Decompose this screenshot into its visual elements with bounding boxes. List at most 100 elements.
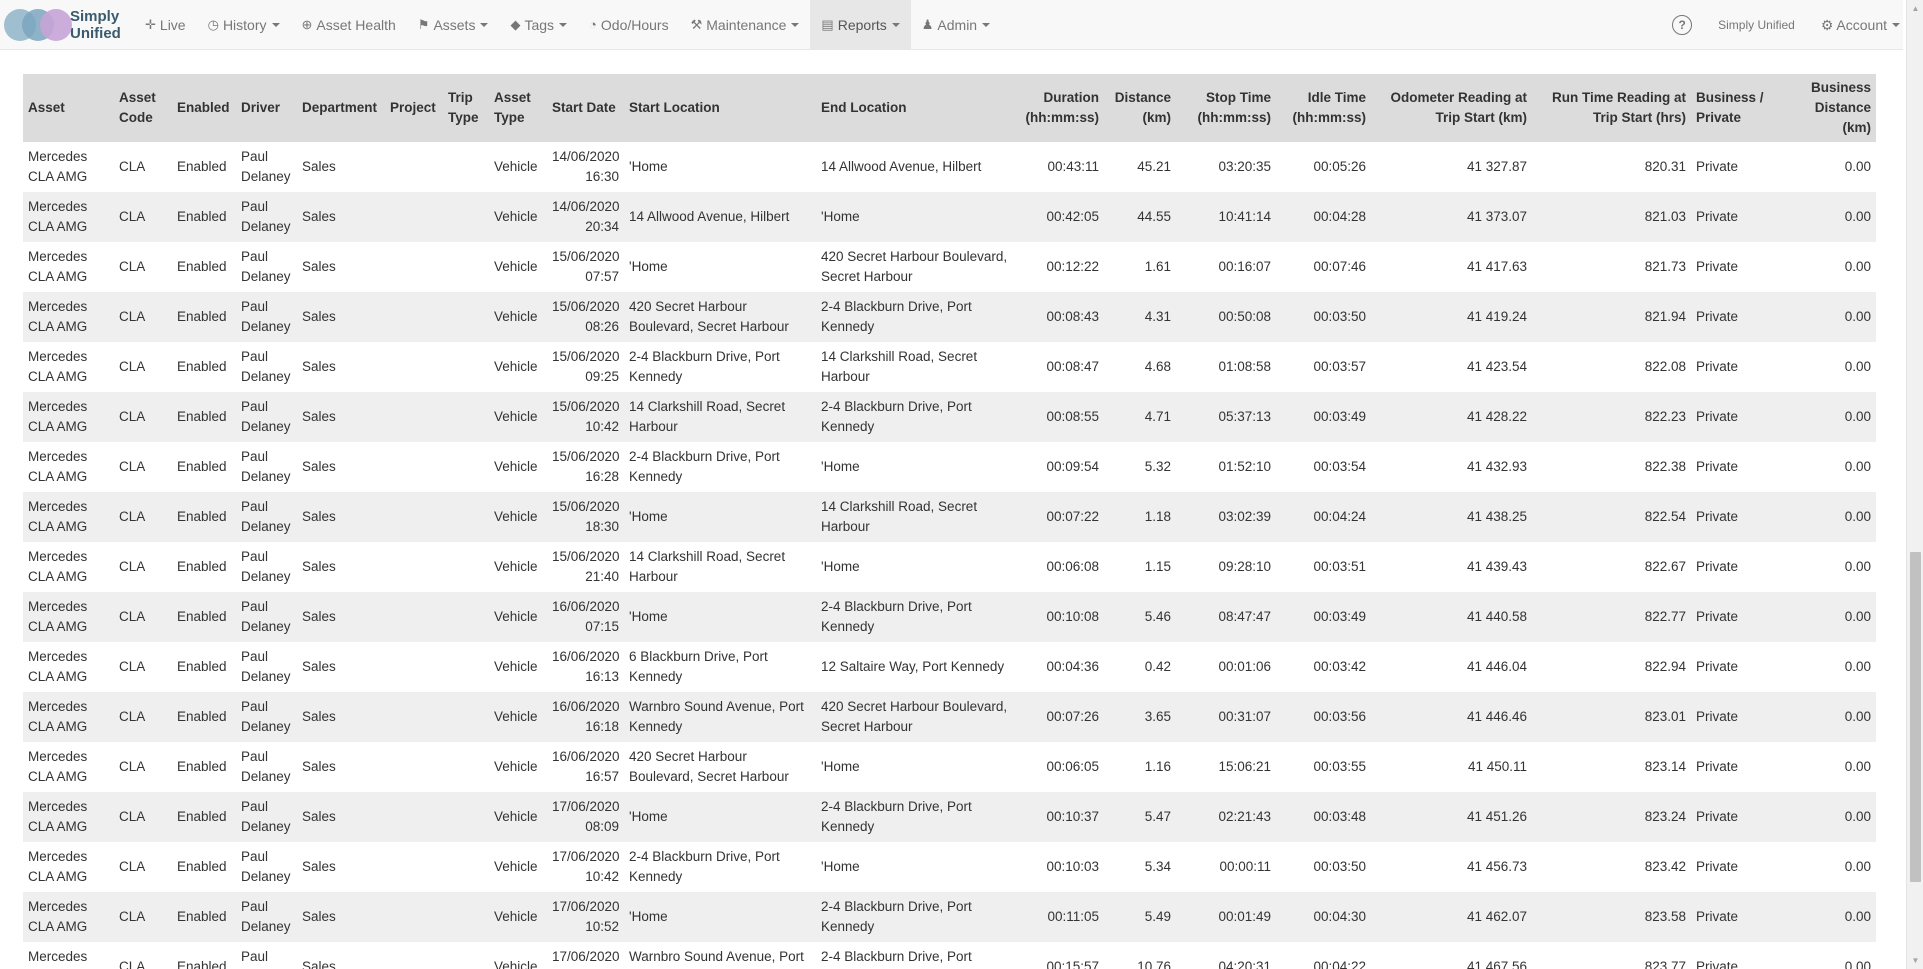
nav-admin[interactable]: ♟ Admin bbox=[911, 0, 1001, 50]
scroll-down-arrow-icon[interactable]: ▼ bbox=[1907, 952, 1923, 969]
col-stop-time[interactable]: Stop Time (hh:mm:ss) bbox=[1176, 74, 1276, 142]
col-start-location[interactable]: Start Location bbox=[624, 74, 816, 142]
col-driver[interactable]: Driver bbox=[236, 74, 297, 142]
cell-start-date: 14/06/2020 16:30 bbox=[552, 149, 620, 184]
cell-business-distance: 0.00 bbox=[1844, 559, 1871, 574]
table-row[interactable]: Mercedes CLA AMG CLA Enabled Paul Delaney Sa… bbox=[23, 492, 1876, 542]
help-icon[interactable]: ? bbox=[1672, 15, 1693, 35]
scroll-up-arrow-icon[interactable]: ▲ bbox=[1907, 0, 1923, 17]
cell-project bbox=[385, 292, 443, 342]
table-row[interactable]: Mercedes CLA AMG CLA Enabled Paul Delaney Sa… bbox=[23, 592, 1876, 642]
nav-asset-health-label: Asset Health bbox=[316, 16, 396, 33]
cell-business-private: Private bbox=[1696, 859, 1739, 874]
cell-duration: 00:06:05 bbox=[1046, 759, 1099, 774]
cell-start-location: 'Home bbox=[629, 159, 668, 174]
main-nav: ✛ Live ◷ History ⊕ Asset Health ⚑ Assets… bbox=[134, 0, 1001, 50]
account-label: Account bbox=[1836, 17, 1887, 33]
cell-project bbox=[385, 542, 443, 592]
cell-odometer: 41 451.26 bbox=[1466, 809, 1527, 824]
col-asset-type[interactable]: Asset Type bbox=[489, 74, 547, 142]
cell-odometer: 41 446.46 bbox=[1466, 709, 1527, 724]
cell-trip-type bbox=[443, 292, 489, 342]
col-start-date[interactable]: Start Date bbox=[547, 74, 624, 142]
cell-asset-code: CLA bbox=[119, 809, 146, 824]
cell-idle-time: 00:03:51 bbox=[1313, 559, 1366, 574]
cell-idle-time: 00:03:49 bbox=[1313, 609, 1366, 624]
col-business-distance[interactable]: Business Distance (km) bbox=[1779, 74, 1876, 142]
cell-distance: 1.16 bbox=[1144, 759, 1171, 774]
cell-asset-code: CLA bbox=[119, 259, 146, 274]
cell-duration: 00:43:11 bbox=[1047, 159, 1099, 174]
vertical-scrollbar[interactable]: ▲ ▼ bbox=[1906, 0, 1923, 969]
col-asset-code[interactable]: Asset Code bbox=[114, 74, 172, 142]
col-odometer[interactable]: Odometer Reading at Trip Start (km) bbox=[1371, 74, 1532, 142]
table-row[interactable]: Mercedes CLA AMG CLA Enabled Paul Delaney Sa… bbox=[23, 642, 1876, 692]
col-project[interactable]: Project bbox=[385, 74, 443, 142]
table-row[interactable]: Mercedes CLA AMG CLA Enabled Paul Delaney Sa… bbox=[23, 842, 1876, 892]
table-row[interactable]: Mercedes CLA AMG CLA Enabled Paul Delaney Sa… bbox=[23, 192, 1876, 242]
nav-odo-hours[interactable]: ◔ Odo/Hours bbox=[578, 0, 680, 50]
table-row[interactable]: Mercedes CLA AMG CLA Enabled Paul Delaney Sa… bbox=[23, 442, 1876, 492]
cell-stop-time: 03:02:39 bbox=[1218, 509, 1271, 524]
cell-end-location: 'Home bbox=[821, 759, 860, 774]
col-end-location[interactable]: End Location bbox=[816, 74, 1014, 142]
cell-department: Sales bbox=[302, 209, 336, 224]
cell-distance: 10.76 bbox=[1137, 959, 1171, 969]
cell-start-date: 15/06/2020 21:40 bbox=[552, 549, 620, 584]
flag-icon: ⚑ bbox=[417, 16, 430, 32]
table-row[interactable]: Mercedes CLA AMG CLA Enabled Paul Delaney Sa… bbox=[23, 692, 1876, 742]
brand-line2: Unified bbox=[70, 24, 121, 42]
cell-end-location: 2-4 Blackburn Drive, Port Kennedy bbox=[821, 949, 972, 964]
nav-asset-health[interactable]: ⊕ Asset Health bbox=[291, 0, 407, 50]
nav-live[interactable]: ✛ Live bbox=[134, 0, 197, 50]
table-row[interactable]: Mercedes CLA AMG CLA Enabled Paul Delaney Sa… bbox=[23, 142, 1876, 192]
cell-asset-code: CLA bbox=[119, 359, 146, 374]
table-row[interactable]: Mercedes CLA AMG CLA Enabled Paul Delaney Sa… bbox=[23, 742, 1876, 792]
nav-reports[interactable]: ▤ Reports bbox=[810, 0, 911, 50]
col-department[interactable]: Department bbox=[297, 74, 385, 142]
cell-project bbox=[385, 742, 443, 792]
table-row[interactable]: Mercedes CLA AMG CLA Enabled Paul Delaney Sa… bbox=[23, 542, 1876, 592]
cell-asset: Mercedes CLA AMG bbox=[28, 699, 88, 734]
col-trip-type[interactable]: Trip Type bbox=[443, 74, 489, 142]
cell-project bbox=[385, 642, 443, 692]
account-menu[interactable]: ⚙ Account bbox=[1821, 17, 1900, 34]
cell-odometer: 41 456.73 bbox=[1466, 859, 1527, 874]
nav-reports-label: Reports bbox=[837, 16, 887, 33]
chevron-down-icon bbox=[559, 22, 568, 27]
col-business-private[interactable]: Business / Private bbox=[1691, 74, 1779, 142]
table-row[interactable]: Mercedes CLA AMG CLA Enabled Paul Delaney Sa… bbox=[23, 292, 1876, 342]
table-row[interactable]: Mercedes CLA AMG CLA Enabled Paul Delaney Sa… bbox=[23, 242, 1876, 292]
cell-trip-type bbox=[443, 392, 489, 442]
col-asset[interactable]: Asset bbox=[23, 74, 114, 142]
col-enabled[interactable]: Enabled bbox=[172, 74, 236, 142]
col-idle-time[interactable]: Idle Time (hh:mm:ss) bbox=[1276, 74, 1371, 142]
table-row[interactable]: Mercedes CLA AMG CLA Enabled Paul Delaney Sa… bbox=[23, 792, 1876, 842]
col-duration[interactable]: Duration (hh:mm:ss) bbox=[1014, 74, 1104, 142]
cell-start-date: 16/06/2020 16:18 bbox=[552, 699, 620, 734]
brand-logo[interactable]: Simply Unified bbox=[0, 0, 134, 50]
cell-department: Sales bbox=[302, 409, 336, 424]
scrollbar-thumb[interactable] bbox=[1910, 552, 1921, 882]
cell-driver: Paul Delaney bbox=[241, 449, 291, 484]
cell-duration: 00:09:54 bbox=[1046, 459, 1099, 474]
table-row[interactable]: Mercedes CLA AMG CLA Enabled Paul Delaney Sa… bbox=[23, 342, 1876, 392]
table-row[interactable]: Mercedes CLA AMG CLA Enabled Paul Delaney Sa… bbox=[23, 892, 1876, 942]
nav-assets[interactable]: ⚑ Assets bbox=[407, 0, 500, 50]
table-row[interactable]: Mercedes CLA AMG CLA Enabled Paul Delaney Sa… bbox=[23, 392, 1876, 442]
col-distance[interactable]: Distance (km) bbox=[1104, 74, 1176, 142]
cell-start-date: 15/06/2020 18:30 bbox=[552, 499, 620, 534]
cell-business-distance: 0.00 bbox=[1844, 859, 1871, 874]
plus-circle-icon: ⊕ bbox=[301, 16, 313, 32]
nav-tags[interactable]: ◆ Tags bbox=[499, 0, 578, 50]
nav-maintenance[interactable]: ⚒ Maintenance bbox=[680, 0, 811, 50]
cell-business-private: Private bbox=[1696, 559, 1739, 574]
cell-duration: 00:10:37 bbox=[1046, 809, 1099, 824]
nav-history[interactable]: ◷ History bbox=[197, 0, 291, 50]
trip-report-table: Asset Asset Code Enabled Driver Departme… bbox=[23, 74, 1876, 969]
cell-duration: 00:08:43 bbox=[1046, 309, 1099, 324]
table-row[interactable]: Mercedes CLA AMG CLA Enabled Paul Delaney Sa… bbox=[23, 942, 1876, 969]
user-name[interactable]: Simply Unified bbox=[1718, 18, 1795, 32]
nav-right: ? Simply Unified ⚙ Account bbox=[1672, 0, 1903, 50]
col-runtime[interactable]: Run Time Reading at Trip Start (hrs) bbox=[1532, 74, 1691, 142]
